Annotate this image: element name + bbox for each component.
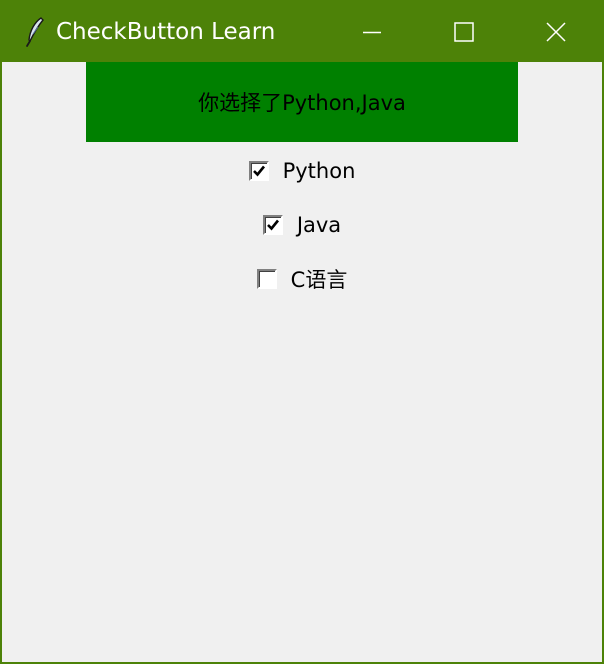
maximize-button[interactable] — [418, 2, 510, 62]
checkbox-java[interactable] — [262, 215, 283, 235]
client-area: 你选择了Python,Java Python Java C语言 — [2, 62, 602, 662]
checkbox-c[interactable] — [256, 269, 277, 289]
title-bar[interactable]: CheckButton Learn — [2, 2, 602, 62]
checkbox-python[interactable] — [248, 161, 269, 181]
checkbutton-c[interactable]: C语言 — [2, 264, 602, 294]
window-title: CheckButton Learn — [56, 19, 276, 45]
checkbutton-label-python: Python — [282, 159, 356, 183]
checkbutton-label-c: C语言 — [290, 268, 348, 292]
app-window: CheckButton Learn 你选择了Python,Java Python… — [0, 0, 604, 664]
feather-icon — [26, 17, 44, 47]
close-button[interactable] — [510, 2, 602, 62]
checkmark-icon — [252, 165, 265, 177]
checkmark-icon — [266, 219, 279, 231]
minimize-button[interactable] — [326, 2, 418, 62]
selection-result-label: 你选择了Python,Java — [86, 62, 518, 142]
checkbutton-python[interactable]: Python — [2, 156, 602, 186]
maximize-icon — [454, 22, 474, 42]
minimize-icon — [363, 31, 381, 34]
checkbutton-java[interactable]: Java — [2, 210, 602, 240]
close-icon — [546, 22, 566, 42]
checkbutton-label-java: Java — [296, 213, 342, 237]
